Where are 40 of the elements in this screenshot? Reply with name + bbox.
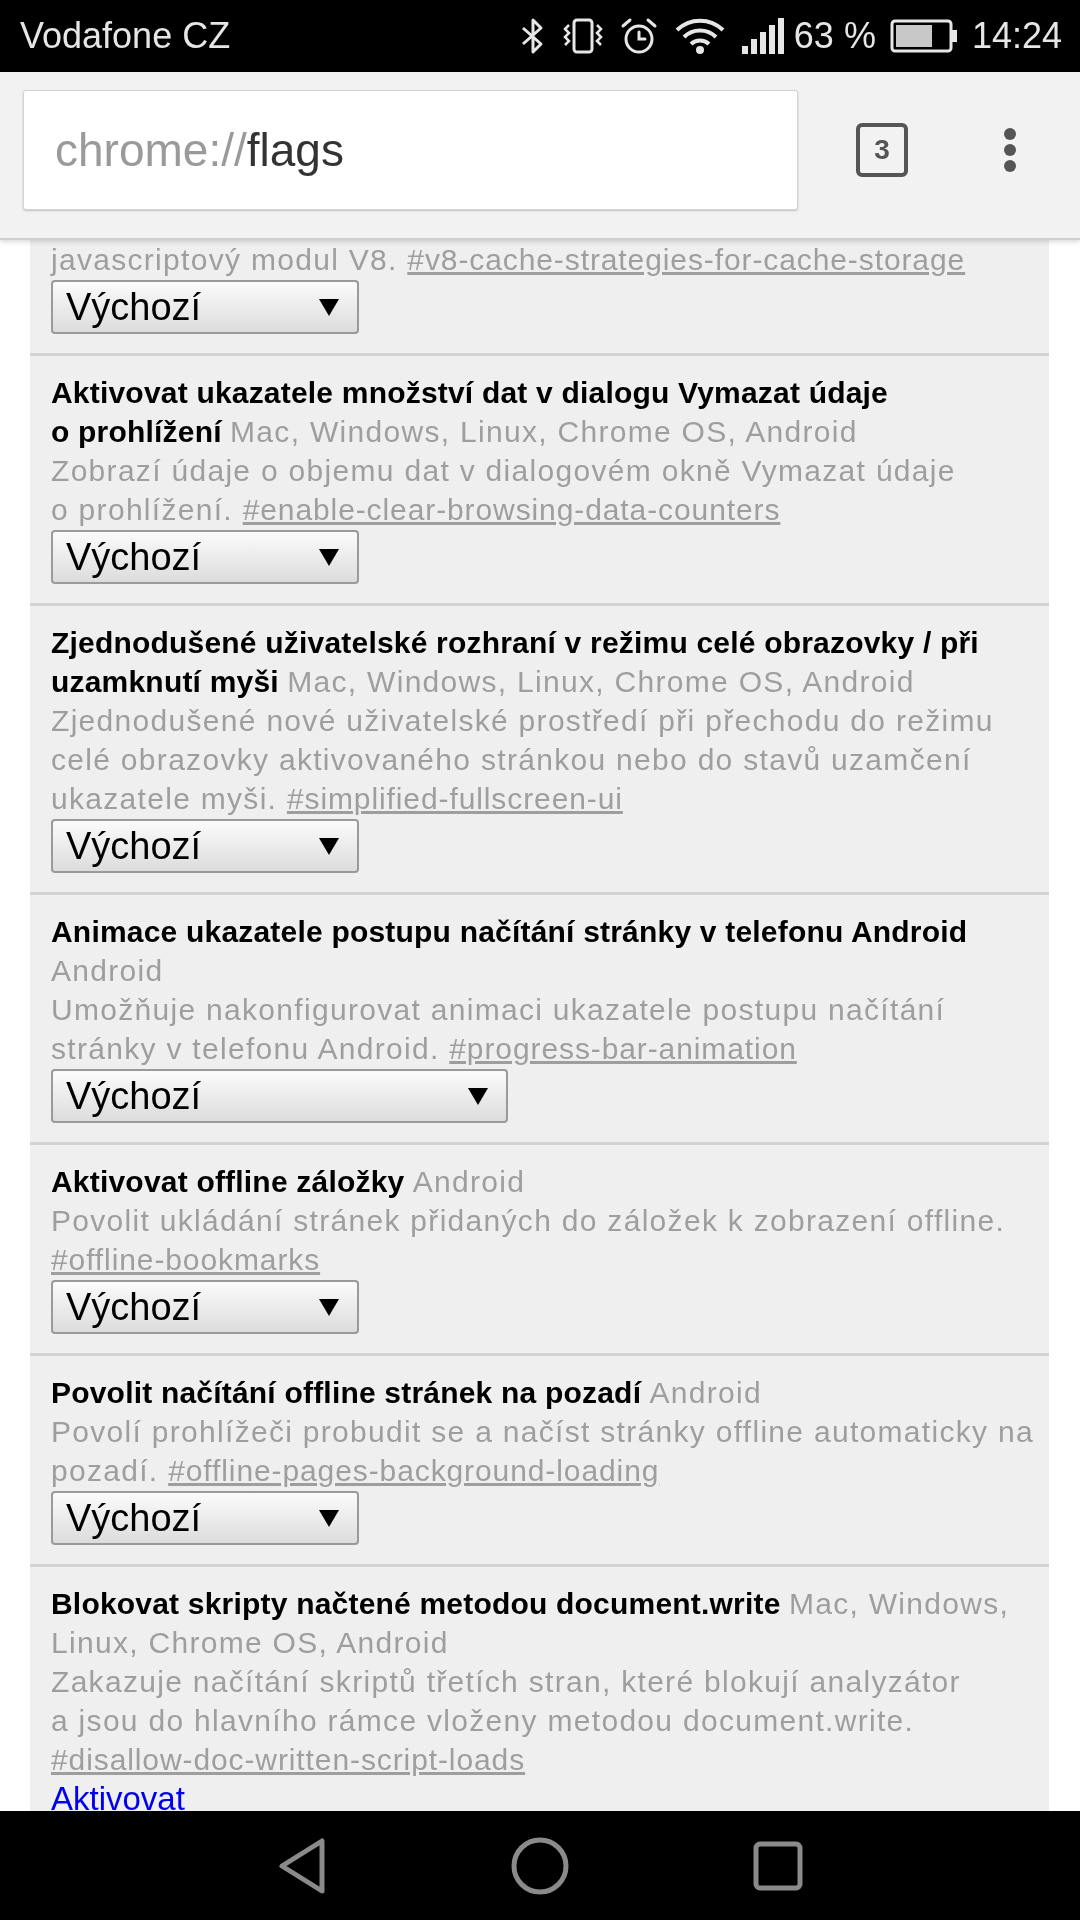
recent-apps-icon[interactable]: [753, 1840, 803, 1891]
dropdown[interactable]: Výchozí: [51, 530, 359, 584]
alarm-clock-icon: [619, 17, 658, 55]
flag-heading: Aktivovat offline záložky Android: [51, 1164, 527, 1200]
dropdown[interactable]: Výchozí: [51, 819, 359, 873]
battery-percent: 63 %: [793, 15, 876, 57]
dropdown[interactable]: Výchozí: [51, 1280, 359, 1334]
caret-icon: [319, 298, 339, 316]
dropdown[interactable]: Výchozí: [51, 1069, 508, 1123]
back-icon[interactable]: [277, 1836, 327, 1895]
flag-description: Umožňuje nakonfigurovat animaci ukazatele postupu načítání stránky v telefonu Android. #progress-bar-animation: [51, 992, 947, 1067]
flag-heading: Povolit načítání offline stránek na pozadí Android: [51, 1375, 764, 1411]
caret-icon: [468, 1087, 488, 1105]
caret-icon: [319, 1509, 339, 1527]
enable-link[interactable]: Aktivovat: [51, 1780, 185, 1811]
clock-time: 14:24: [971, 15, 1062, 57]
caret-icon: [319, 1298, 339, 1316]
flag-description: Zjednodušené nové uživatelské prostředí při přechodu do režimu celé obrazovky aktivovaného stránkou nebo do stavů uzamčení ukazatele myši. #simplified-fullscreen-ui: [51, 703, 995, 817]
dropdown[interactable]: Výchozí: [51, 1491, 359, 1545]
menu-icon[interactable]: [1003, 127, 1017, 173]
flag-description: Povolí prohlížeči probudit se a načíst stránky offline automaticky na pozadí. #offline-pages-background-loading: [51, 1414, 1035, 1489]
battery-icon: [889, 19, 958, 53]
flag-heading: Aktivovat ukazatele množství dat v dialogu Vymazat údaje o prohlížení Mac, Windows, Linux, Chrome OS, Android: [51, 375, 889, 450]
flag-heading: Blokovat skripty načtené metodou document.write Mac, Windows, Linux, Chrome OS, Android: [51, 1586, 1011, 1661]
flag-description: Povolit ukládání stránek přidaných do záložek k zobrazení offline. #offline-bookmarks: [51, 1203, 1007, 1278]
dropdown[interactable]: Výchozí: [51, 280, 359, 334]
address-field[interactable]: chrome://flags: [23, 90, 798, 210]
caret-icon: [319, 837, 339, 855]
flag-heading: Zjednodušené uživatelské rozhraní v režimu celé obrazovky / při uzamknutí myši Mac, Windows, Linux, Chrome OS, Android: [51, 625, 980, 700]
flag-description: Zakazuje načítání skriptů třetích stran, které blokují analyzátor a jsou do hlavního rámce vloženy metodou document.write. #disallow-doc-written-script-loads: [51, 1664, 962, 1778]
flag-description: Zobrazí údaje o objemu dat v dialogovém okně Vymazat údaje o prohlížení. #enable-clear-browsing-data-counters: [51, 453, 957, 528]
flag-description: javascriptový modul V8. #v8-cache-strategies-for-cache-storage: [51, 242, 967, 278]
caret-icon: [319, 548, 339, 566]
carrier-name: Vodafone CZ: [20, 15, 231, 57]
tab-switcher-button[interactable]: 3: [856, 123, 908, 177]
vibrate-icon: [561, 18, 604, 54]
home-icon[interactable]: [511, 1836, 569, 1895]
signal-icon: [741, 18, 786, 54]
flag-heading: Animace ukazatele postupu načítání stránky v telefonu Android Android: [51, 914, 969, 989]
wifi-icon: [673, 17, 726, 55]
